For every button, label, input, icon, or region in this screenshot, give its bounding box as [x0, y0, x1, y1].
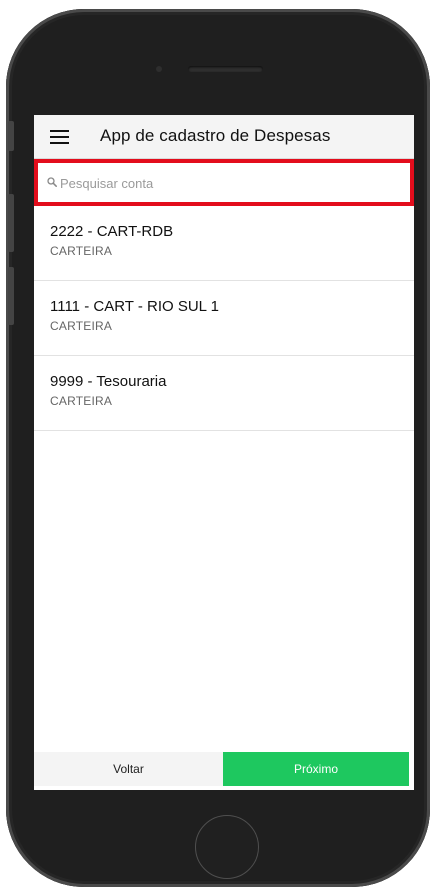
account-subtitle: CARTEIRA — [50, 319, 113, 333]
account-subtitle: CARTEIRA — [50, 244, 113, 258]
list-item[interactable]: 1111 - CART - RIO SUL 1 CARTEIRA — [34, 281, 414, 356]
list-item[interactable]: 9999 - Tesouraria CARTEIRA — [34, 356, 414, 431]
account-subtitle: CARTEIRA — [50, 394, 113, 408]
app-header: App de cadastro de Despesas — [34, 115, 414, 159]
list-item[interactable]: 2222 - CART-RDB CARTEIRA — [34, 206, 414, 281]
home-button[interactable] — [195, 815, 259, 879]
volume-up-button — [8, 194, 14, 252]
account-title: 1111 - CART - RIO SUL 1 — [50, 298, 219, 315]
mute-switch — [8, 121, 14, 151]
menu-icon[interactable] — [50, 130, 69, 144]
earpiece-speaker — [188, 66, 263, 72]
page-title: App de cadastro de Despesas — [100, 126, 331, 145]
front-camera — [156, 66, 162, 72]
footer-bar: Voltar Próximo — [34, 752, 414, 790]
search-icon — [47, 177, 57, 187]
account-title: 9999 - Tesouraria — [50, 373, 167, 390]
search-bar — [34, 159, 414, 206]
volume-down-button — [8, 267, 14, 325]
app-screen: App de cadastro de Despesas 2222 - CART-… — [34, 115, 414, 790]
search-input[interactable] — [60, 172, 390, 194]
account-title: 2222 - CART-RDB — [50, 223, 174, 240]
next-button[interactable]: Próximo — [223, 752, 409, 786]
back-button[interactable]: Voltar — [34, 752, 223, 786]
account-list: 2222 - CART-RDB CARTEIRA 1111 - CART - R… — [34, 206, 414, 431]
